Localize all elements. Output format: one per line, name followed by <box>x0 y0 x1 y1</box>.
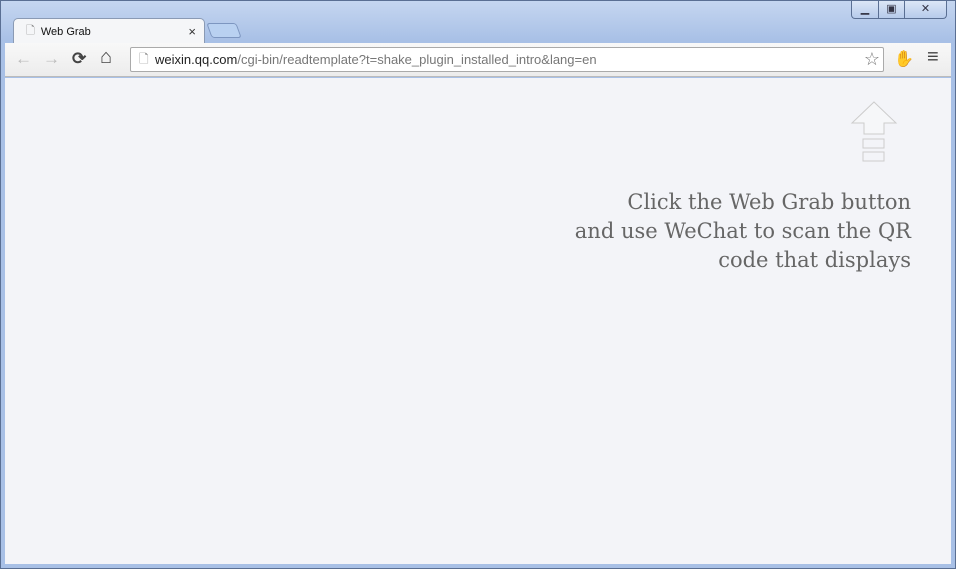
browser-window: ▁ ▣ ✕ 🗋 Web Grab × ← → ⟳ ⌂ 🗋 weixin.qq.c… <box>0 0 956 569</box>
back-icon[interactable]: ← <box>15 49 32 69</box>
new-tab-button[interactable] <box>206 23 242 38</box>
toolbar: ← → ⟳ ⌂ 🗋 weixin.qq.com/cgi-bin/readtemp… <box>5 43 951 77</box>
window-controls: ▁ ▣ ✕ <box>851 1 947 19</box>
instruction-line: Click the Web Grab button <box>627 190 911 214</box>
extension-web-grab-icon[interactable]: ✋ <box>894 49 914 69</box>
tab-web-grab[interactable]: 🗋 Web Grab × <box>13 18 205 44</box>
reload-icon[interactable]: ⟳ <box>72 49 86 69</box>
forward-icon[interactable]: → <box>43 49 60 69</box>
up-arrow-icon <box>850 101 898 162</box>
minimize-button[interactable]: ▁ <box>852 1 878 18</box>
home-icon[interactable]: ⌂ <box>100 46 112 69</box>
bookmark-star-icon[interactable]: ☆ <box>864 48 880 71</box>
page-icon: 🗋 <box>139 52 149 66</box>
url-path: /cgi-bin/readtemplate?t=shake_plugin_ins… <box>237 52 597 67</box>
instruction-text: Click the Web Grab button and use WeChat… <box>551 188 911 275</box>
page-icon: 🗋 <box>26 25 35 37</box>
tab-close-icon[interactable]: × <box>188 24 196 39</box>
menu-icon[interactable]: ≡ <box>927 46 939 69</box>
instruction-line: and use WeChat to scan the QR <box>574 219 911 243</box>
tab-title: Web Grab <box>40 25 91 38</box>
url-host: weixin.qq.com <box>155 52 238 67</box>
page-content: Click the Web Grab button and use WeChat… <box>5 78 951 564</box>
close-window-button[interactable]: ✕ <box>904 1 946 18</box>
maximize-button[interactable]: ▣ <box>878 1 904 18</box>
address-bar[interactable]: 🗋 weixin.qq.com/cgi-bin/readtemplate?t=s… <box>130 47 884 72</box>
instruction-line: code that displays <box>718 248 911 272</box>
